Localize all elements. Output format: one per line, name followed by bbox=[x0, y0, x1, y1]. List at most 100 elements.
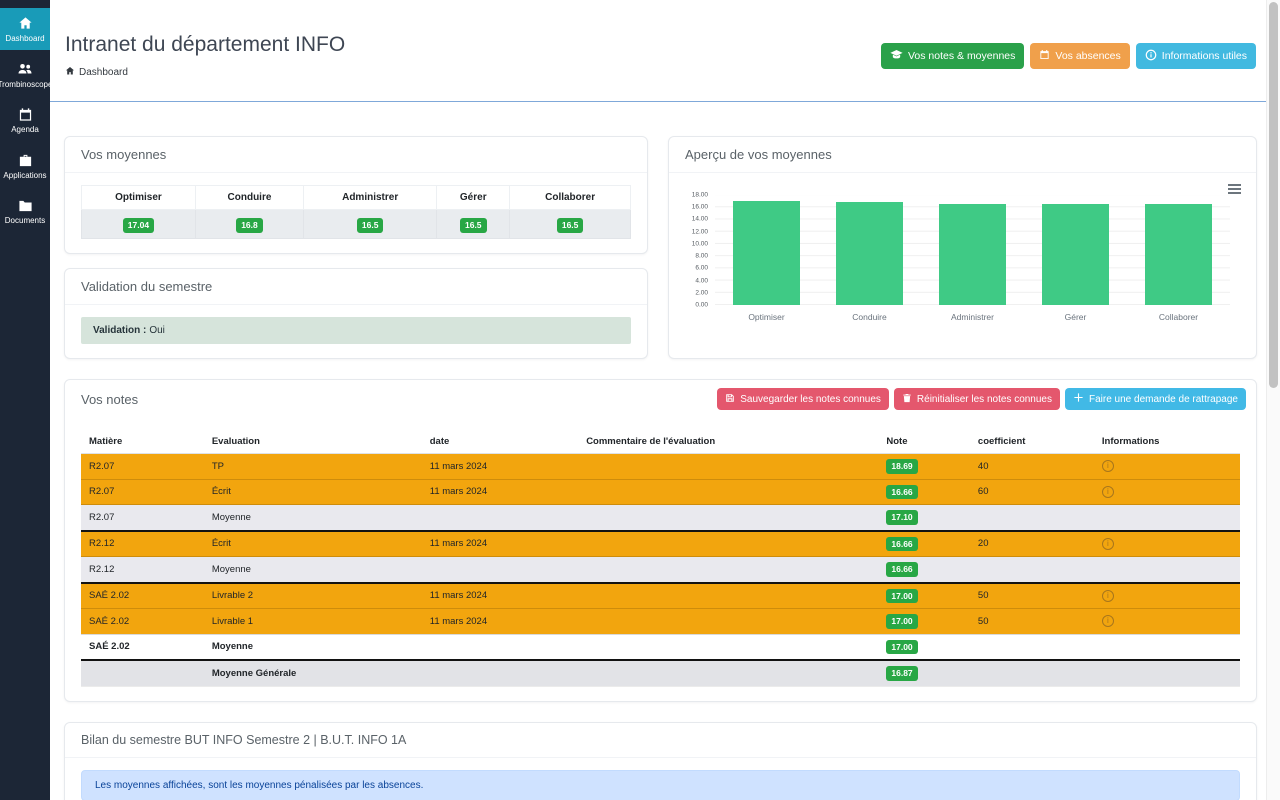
validation-card-title: Validation du semestre bbox=[65, 269, 647, 305]
button-label: Vos absences bbox=[1055, 50, 1121, 62]
sidebar-item-trombinoscope[interactable]: Trombinoscope bbox=[0, 53, 52, 96]
moyennes-column-header: Gérer bbox=[436, 185, 511, 210]
note-cell: 17.10 bbox=[878, 504, 970, 532]
table-row: R2.07 Moyenne 17.10 bbox=[81, 504, 1240, 532]
moyennes-column-header: Collaborer bbox=[509, 185, 631, 210]
coefficient-cell bbox=[969, 556, 1094, 584]
folder-icon bbox=[18, 198, 33, 213]
table-row: R2.07 TP 11 mars 2024 18.69 40 bbox=[81, 453, 1240, 480]
briefcase-icon bbox=[18, 153, 33, 168]
sidebar-item-agenda[interactable]: Agenda bbox=[0, 99, 50, 141]
note-cell: 18.69 bbox=[878, 453, 970, 480]
chart-card: Aperçu de vos moyennes 0.00 2.00 4.00 6.00 8… bbox=[668, 136, 1257, 359]
plus-icon bbox=[1073, 392, 1084, 406]
chart-bar bbox=[1144, 204, 1213, 305]
date-cell: 11 mars 2024 bbox=[421, 453, 579, 480]
notes-buttons: Sauvegarder les notes connues Réinitiali… bbox=[717, 388, 1246, 410]
moyennes-value-cell: 16.5 bbox=[436, 209, 511, 239]
info-icon[interactable] bbox=[1101, 460, 1114, 473]
note-cell: 16.87 bbox=[878, 659, 970, 687]
page-title: Intranet du département INFO bbox=[65, 33, 346, 56]
notes-card-header: Vos notes Sauvegarder les notes connues bbox=[65, 380, 1256, 418]
matiere-cell: SAÉ 2.02 bbox=[81, 608, 204, 635]
chart-bar bbox=[732, 200, 801, 305]
home-icon bbox=[18, 16, 33, 31]
scrollbar-thumb[interactable] bbox=[1269, 2, 1278, 388]
chart-bar-slot bbox=[818, 195, 921, 305]
notes-card: Vos notes Sauvegarder les notes connues bbox=[64, 379, 1257, 702]
matiere-cell: SAÉ 2.02 bbox=[81, 634, 204, 661]
informations-cell bbox=[1093, 530, 1240, 557]
y-tick-label: 8.00 bbox=[695, 252, 708, 260]
reset-notes-button[interactable]: Réinitialiser les notes connues bbox=[893, 388, 1060, 410]
informations-cell bbox=[1093, 556, 1240, 584]
chart-bar-slot bbox=[715, 195, 818, 305]
bilan-card-title: Bilan du semestre BUT INFO Semestre 2 | … bbox=[65, 723, 1256, 758]
button-label: Réinitialiser les notes connues bbox=[916, 393, 1052, 405]
button-label: Faire une demande de rattrapage bbox=[1089, 393, 1238, 405]
sidebar-item-dashboard[interactable]: Dashboard bbox=[0, 8, 50, 51]
date-cell bbox=[421, 659, 579, 687]
moyennes-value-cell: 16.5 bbox=[303, 209, 438, 239]
matiere-cell bbox=[81, 659, 204, 687]
coefficient-cell: 60 bbox=[969, 479, 1094, 505]
commentaire-cell bbox=[578, 608, 879, 635]
info-icon[interactable] bbox=[1101, 615, 1114, 628]
notes-moyennes-button[interactable]: Vos notes & moyennes bbox=[880, 43, 1025, 69]
moyennes-value-cell: 16.5 bbox=[509, 209, 631, 239]
validation-label: Validation : bbox=[93, 325, 147, 336]
note-badge: 18.69 bbox=[886, 459, 918, 474]
moyenne-badge: 17.04 bbox=[122, 218, 155, 233]
coefficient-cell bbox=[969, 634, 1094, 661]
evaluation-cell: Écrit bbox=[203, 479, 422, 505]
sidebar-item-label: Applications bbox=[3, 170, 47, 180]
informations-utiles-button[interactable]: Informations utiles bbox=[1135, 43, 1256, 69]
chart-bar bbox=[1041, 204, 1110, 305]
coefficient-cell: 50 bbox=[969, 608, 1094, 635]
chart-bar bbox=[938, 204, 1007, 305]
moyennes-column-header: Administrer bbox=[303, 185, 438, 210]
button-label: Vos notes & moyennes bbox=[907, 50, 1016, 62]
note-badge: 17.00 bbox=[886, 614, 918, 629]
breadcrumb-item-dashboard[interactable]: Dashboard bbox=[79, 67, 128, 78]
evaluation-cell: Écrit bbox=[203, 530, 422, 557]
sidebar-item-label: Documents bbox=[4, 215, 46, 225]
note-badge: 16.66 bbox=[886, 536, 918, 551]
matiere-cell: R2.07 bbox=[81, 479, 204, 505]
validation-row: Validation : Oui bbox=[81, 317, 631, 344]
table-row: R2.12 Moyenne 16.66 bbox=[81, 556, 1240, 584]
table-row: SAÉ 2.02 Moyenne 17.00 bbox=[81, 634, 1240, 661]
note-cell: 16.66 bbox=[878, 556, 970, 584]
moyenne-badge: 16.8 bbox=[236, 218, 263, 233]
y-tick-label: 16.00 bbox=[691, 203, 708, 211]
coefficient-cell bbox=[969, 659, 1094, 687]
coefficient-cell: 20 bbox=[969, 530, 1094, 557]
sidebar-item-applications[interactable]: Applications bbox=[0, 145, 50, 187]
x-axis-label: Optimiser bbox=[748, 312, 785, 322]
commentaire-cell bbox=[578, 453, 879, 480]
commentaire-cell bbox=[578, 556, 879, 584]
button-label: Sauvegarder les notes connues bbox=[740, 393, 881, 405]
chart-y-axis: 0.00 2.00 4.00 6.00 8.00 10.00 12.00 14.00 16.00… bbox=[685, 192, 715, 309]
sidebar-item-documents[interactable]: Documents bbox=[0, 190, 50, 232]
absences-button[interactable]: Vos absences bbox=[1030, 43, 1130, 69]
y-tick-label: 10.00 bbox=[691, 240, 708, 248]
notes-table: Matière Evaluation date Commentaire de l'év… bbox=[81, 430, 1240, 687]
content: Vos moyennes Optimiser Conduire Administre… bbox=[50, 102, 1280, 800]
notes-header-row: Matière Evaluation date Commentaire de l'év… bbox=[81, 430, 1240, 454]
rattrapage-button[interactable]: Faire une demande de rattrapage bbox=[1065, 388, 1246, 410]
scrollbar[interactable] bbox=[1266, 0, 1280, 800]
commentaire-cell bbox=[578, 504, 879, 532]
info-icon[interactable] bbox=[1101, 485, 1114, 498]
note-badge: 16.66 bbox=[886, 562, 918, 577]
info-icon[interactable] bbox=[1101, 589, 1114, 602]
table-row: R2.12 Écrit 11 mars 2024 16.66 20 bbox=[81, 530, 1240, 557]
breadcrumb[interactable]: Dashboard bbox=[65, 66, 345, 79]
info-icon[interactable] bbox=[1101, 537, 1114, 550]
y-tick-label: 0.00 bbox=[695, 301, 708, 309]
note-badge: 17.10 bbox=[886, 510, 918, 525]
coefficient-cell bbox=[969, 504, 1094, 532]
save-notes-button[interactable]: Sauvegarder les notes connues bbox=[717, 388, 889, 410]
chart-menu-icon[interactable] bbox=[1228, 184, 1241, 194]
chart-plot bbox=[715, 195, 1230, 305]
